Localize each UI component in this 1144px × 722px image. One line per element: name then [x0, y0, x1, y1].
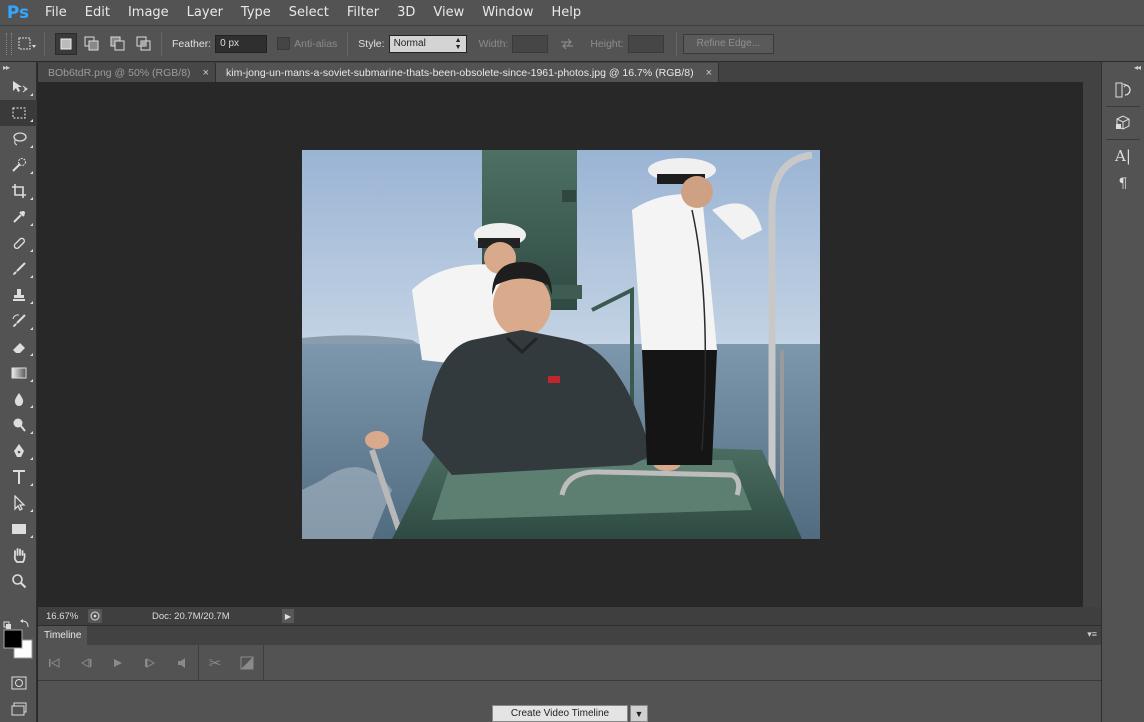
previous-frame-icon[interactable]: [70, 645, 102, 681]
menu-layer[interactable]: Layer: [178, 0, 232, 26]
type-tool-icon[interactable]: [0, 464, 37, 490]
antialias-checkbox[interactable]: [277, 37, 291, 50]
menu-select[interactable]: Select: [280, 0, 338, 26]
separator: [1106, 139, 1140, 140]
chevron-updown-icon: ▲ ▼: [454, 36, 462, 51]
panel-dock: ◂◂ A| ¶: [1101, 62, 1144, 722]
history-panel-icon[interactable]: [1105, 78, 1141, 102]
healing-brush-tool-icon[interactable]: [0, 230, 37, 256]
split-at-playhead-icon[interactable]: ✂: [199, 645, 231, 681]
menu-file[interactable]: File: [36, 0, 76, 26]
hand-tool-icon[interactable]: [0, 542, 37, 568]
refine-edge-button[interactable]: Refine Edge...: [682, 33, 774, 54]
move-tool-icon[interactable]: [0, 74, 37, 100]
swap-dimensions-icon[interactable]: [556, 33, 578, 55]
separator: [1106, 106, 1140, 107]
add-selection-icon[interactable]: [81, 33, 103, 55]
go-to-first-frame-icon[interactable]: [38, 645, 70, 681]
collapse-panel-icon[interactable]: ▸▸: [0, 62, 36, 74]
menu-bar: Ps File Edit Image Layer Type Select Fil…: [0, 0, 1144, 26]
screen-mode-icon[interactable]: [0, 696, 37, 722]
pen-tool-icon[interactable]: [0, 438, 37, 464]
menu-window[interactable]: Window: [473, 0, 542, 26]
menu-filter[interactable]: Filter: [338, 0, 388, 26]
character-panel-icon[interactable]: A|: [1105, 144, 1141, 168]
document-size: Doc: 20.7M/20.7M: [152, 610, 230, 622]
paragraph-panel-icon[interactable]: ¶: [1105, 172, 1141, 196]
quick-mask-icon[interactable]: [0, 670, 37, 696]
zoom-tool-icon[interactable]: [0, 568, 37, 594]
3d-panel-icon[interactable]: [1105, 111, 1141, 135]
menu-image[interactable]: Image: [119, 0, 178, 26]
tools-panel: ▸▸: [0, 62, 37, 722]
tab-title: kim-jong-un-mans-a-soviet-submarine-that…: [226, 66, 694, 79]
width-label: Width:: [478, 37, 509, 50]
timeline-controls: ✂: [38, 644, 1101, 681]
width-input[interactable]: [512, 34, 549, 53]
vertical-scrollbar[interactable]: [1083, 82, 1101, 607]
play-icon[interactable]: [102, 645, 134, 681]
tab-title: BOb6tdR.png @ 50% (RGB/8): [48, 66, 191, 79]
chevron-down-icon[interactable]: ▼: [630, 705, 648, 722]
status-bar: 16.67% Doc: 20.7M/20.7M ▶: [38, 607, 1101, 625]
status-menu-arrow-icon[interactable]: ▶: [282, 609, 294, 623]
antialias-label: Anti-alias: [294, 37, 338, 50]
zoom-level[interactable]: 16.67%: [38, 611, 88, 622]
status-info-icon[interactable]: [88, 609, 102, 623]
quick-selection-tool-icon[interactable]: [0, 152, 37, 178]
options-bar: Feather: 0 px Anti-alias Style: Normal ▲…: [0, 26, 1144, 62]
path-selection-tool-icon[interactable]: [0, 490, 37, 516]
height-label: Height:: [590, 37, 624, 50]
blur-tool-icon[interactable]: [0, 386, 37, 412]
history-brush-tool-icon[interactable]: [0, 308, 37, 334]
rectangle-tool-icon[interactable]: [0, 516, 37, 542]
menu-type[interactable]: Type: [232, 0, 280, 26]
style-select-value: Normal: [393, 38, 426, 49]
feather-input[interactable]: 0 px: [215, 34, 268, 53]
crop-tool-icon[interactable]: [0, 178, 37, 204]
color-swatches[interactable]: [0, 618, 37, 668]
brush-tool-icon[interactable]: [0, 256, 37, 282]
next-frame-icon[interactable]: [134, 645, 166, 681]
timeline-header: Timeline ▾≡: [38, 625, 1101, 645]
dodge-tool-icon[interactable]: [0, 412, 37, 438]
close-tab-icon[interactable]: ×: [706, 67, 712, 79]
clone-stamp-tool-icon[interactable]: [0, 282, 37, 308]
separator: [347, 31, 349, 56]
eraser-tool-icon[interactable]: [0, 334, 37, 360]
expand-panels-icon[interactable]: ◂◂: [1102, 62, 1144, 74]
close-tab-icon[interactable]: ×: [203, 67, 209, 79]
separator: [161, 31, 162, 56]
document-tab-active[interactable]: kim-jong-un-mans-a-soviet-submarine-that…: [216, 63, 720, 82]
feather-label: Feather:: [172, 37, 212, 50]
eyedropper-tool-icon[interactable]: [0, 204, 37, 230]
photoshop-logo: Ps: [6, 2, 30, 23]
gradient-tool-icon[interactable]: [0, 360, 37, 386]
height-input[interactable]: [627, 34, 664, 53]
style-select[interactable]: Normal ▲ ▼: [388, 34, 467, 53]
document-tabs: BOb6tdR.png @ 50% (RGB/8) × kim-jong-un-…: [38, 62, 1101, 82]
separator: [44, 31, 45, 56]
transition-icon[interactable]: [231, 645, 263, 681]
tab-timeline[interactable]: Timeline: [38, 626, 88, 645]
subtract-selection-icon[interactable]: [107, 33, 129, 55]
mute-audio-icon[interactable]: [166, 645, 198, 681]
menu-view[interactable]: View: [424, 0, 473, 26]
options-bar-grip[interactable]: [6, 32, 12, 55]
panel-menu-icon[interactable]: ▾≡: [1087, 629, 1097, 640]
create-video-timeline-button[interactable]: Create Video Timeline: [492, 705, 628, 722]
intersect-selection-icon[interactable]: [133, 33, 155, 55]
document-image: [302, 150, 820, 539]
separator: [675, 31, 677, 56]
rectangular-marquee-tool-icon[interactable]: [0, 100, 37, 126]
document-tab[interactable]: BOb6tdR.png @ 50% (RGB/8) ×: [38, 63, 216, 82]
new-selection-icon[interactable]: [55, 32, 77, 55]
menu-edit[interactable]: Edit: [76, 0, 119, 26]
menu-help[interactable]: Help: [543, 0, 591, 26]
marquee-preset-icon[interactable]: [16, 33, 38, 55]
style-label: Style:: [358, 37, 385, 50]
lasso-tool-icon[interactable]: [0, 126, 37, 152]
menu-3d[interactable]: 3D: [388, 0, 424, 26]
separator: [263, 644, 264, 681]
